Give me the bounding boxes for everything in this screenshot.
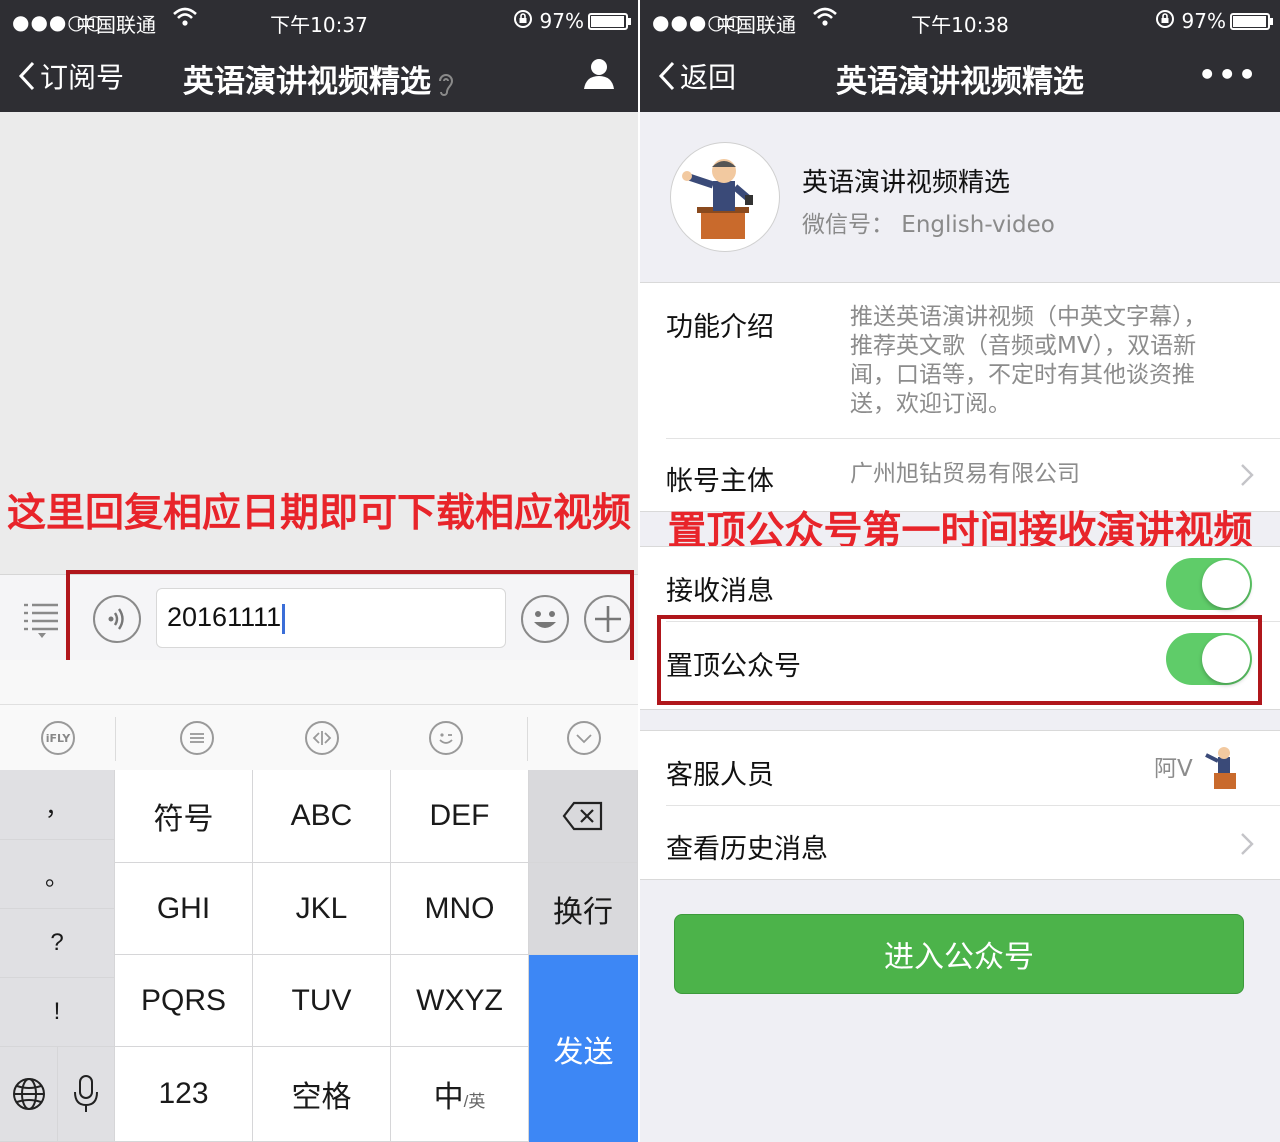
microphone-icon	[74, 1075, 98, 1112]
backspace-icon	[562, 801, 603, 831]
receive-messages-label: 接收消息	[666, 576, 774, 607]
battery-fill	[1233, 16, 1267, 27]
key-mno[interactable]: MNO	[391, 863, 529, 955]
spacer	[0, 660, 638, 704]
key-ghi[interactable]: GHI	[115, 863, 253, 955]
key-send[interactable]: 发送	[529, 955, 638, 1142]
more-dots-icon: •••	[1198, 58, 1258, 91]
intro-line: 送，欢迎订阅。	[850, 391, 1011, 417]
intro-text: 推送英语演讲视频（中英文字幕）， 推荐英文歌（音频或MV），双语新 闻，口语等，…	[850, 303, 1207, 419]
message-area: 这里回复相应日期即可下载相应视频	[0, 112, 638, 574]
row-divider	[666, 805, 1280, 806]
person-icon	[584, 59, 614, 89]
input-highlight-box	[66, 570, 634, 668]
key-numbers[interactable]: 123	[115, 1047, 253, 1142]
account-profile: 英语演讲视频精选 微信号： English-video	[640, 112, 1280, 282]
chevron-right-icon	[1241, 833, 1254, 855]
toolbar-divider	[115, 717, 116, 761]
service-avatar-icon	[1205, 747, 1236, 789]
key-exclaim[interactable]: !	[0, 978, 115, 1047]
key-wxyz[interactable]: WXYZ	[391, 955, 529, 1047]
service-value: 阿V	[1154, 756, 1193, 782]
row-divider	[666, 438, 1280, 439]
key-tuv[interactable]: TUV	[253, 955, 391, 1047]
rotation-lock-icon	[512, 8, 534, 35]
key-question[interactable]: ?	[0, 909, 115, 978]
key-space[interactable]: 空格	[253, 1047, 391, 1142]
key-comma[interactable]: ，	[0, 770, 115, 840]
profile-button[interactable]	[582, 56, 616, 94]
account-avatar[interactable]	[670, 142, 780, 252]
ear-icon	[439, 73, 454, 96]
intro-line: 推荐英文歌（音频或MV），双语新	[850, 333, 1197, 359]
key-microphone[interactable]	[58, 1047, 115, 1142]
status-bar: ●●●○○ 中国联通 下午10:37 97%	[0, 0, 638, 42]
top-bar: ●●●○○ 中国联通 下午10:38 97% 返回 英语演讲视频精选 •••	[640, 0, 1280, 112]
chevron-right-icon	[1241, 464, 1254, 486]
key-def[interactable]: DEF	[391, 770, 529, 863]
page-title: 英语演讲视频精选	[836, 64, 1084, 100]
intro-line: 闻，口语等，不定时有其他谈资推	[850, 362, 1195, 388]
ifly-icon[interactable]: iFLY	[41, 721, 75, 755]
annotation-reply-date: 这里回复相应日期即可下载相应视频	[6, 491, 631, 536]
chevron-down-icon[interactable]	[567, 721, 601, 755]
smile-wink-icon[interactable]	[429, 721, 463, 755]
owner-label: 帐号主体	[666, 466, 774, 497]
menu-toggle-icon[interactable]	[22, 601, 62, 643]
more-button[interactable]: •••	[1198, 58, 1258, 91]
nav-bar: 订阅号 英语演讲视频精选	[0, 42, 638, 112]
support-card: 客服人员 阿V 查看历史消息	[640, 730, 1280, 880]
history-label: 查看历史消息	[666, 834, 828, 865]
lang-sub-label: /英	[463, 1091, 486, 1111]
battery-fill	[591, 16, 625, 27]
ifly-label: iFLY	[45, 731, 71, 745]
battery-icon	[588, 13, 631, 30]
key-period[interactable]: 。	[0, 840, 115, 909]
service-label: 客服人员	[666, 760, 774, 791]
nav-bar: 返回 英语演讲视频精选 •••	[640, 42, 1280, 112]
top-bar: ●●●○○ 中国联通 下午10:37 97% 订阅号 英语演讲视频精选	[0, 0, 638, 112]
key-abc[interactable]: ABC	[253, 770, 391, 863]
chat-screen: ●●●○○ 中国联通 下午10:37 97% 订阅号 英语演讲视频精选 这里回复…	[0, 0, 638, 1142]
chat-title-text: 英语演讲视频精选	[183, 64, 431, 100]
account-name: 英语演讲视频精选	[802, 168, 1011, 198]
key-symbols[interactable]: 符号	[115, 770, 253, 863]
toolbar-divider	[527, 717, 528, 761]
speaker-cartoon-icon	[682, 159, 753, 239]
status-bar: ●●●○○ 中国联通 下午10:38 97%	[640, 0, 1280, 42]
keyboard-toolbar: iFLY	[0, 704, 638, 770]
rotation-lock-icon	[1154, 8, 1176, 35]
account-details-card: 功能介绍 推送英语演讲视频（中英文字幕）， 推荐英文歌（音频或MV），双语新 闻…	[640, 282, 1280, 512]
key-return[interactable]: 换行	[529, 863, 638, 955]
account-info-screen: ●●●○○ 中国联通 下午10:38 97% 返回 英语演讲视频精选 ••• 英…	[640, 0, 1280, 1142]
battery-percent: 97%	[1181, 9, 1226, 33]
toggle-knob	[1202, 560, 1250, 608]
battery-percent: 97%	[539, 9, 584, 33]
key-backspace[interactable]	[529, 770, 638, 863]
lang-main-label: 中	[433, 1081, 464, 1114]
pin-highlight-box	[657, 615, 1262, 705]
battery-icon	[1230, 13, 1273, 30]
t9-keyboard: ， 。 ? ! 符号 ABC DEF GHI JKL MNO 换行 PQRS T…	[0, 770, 638, 1142]
key-language[interactable]: 中/英	[391, 1047, 529, 1142]
chat-title: 英语演讲视频精选	[0, 56, 638, 101]
key-jkl[interactable]: JKL	[253, 863, 391, 955]
enter-account-button[interactable]: 进入公众号	[674, 914, 1244, 994]
owner-value: 广州旭钻贸易有限公司	[850, 461, 1080, 487]
key-pqrs[interactable]: PQRS	[115, 955, 253, 1047]
key-globe[interactable]	[0, 1047, 58, 1142]
chat-bubble-icon[interactable]	[180, 721, 214, 755]
intro-label: 功能介绍	[666, 312, 774, 343]
intro-line: 推送英语演讲视频（中英文字幕），	[850, 304, 1207, 330]
globe-icon	[12, 1078, 45, 1110]
wechat-id: 微信号： English-video	[802, 212, 1055, 238]
code-arrows-icon[interactable]	[305, 721, 339, 755]
receive-messages-toggle[interactable]	[1166, 558, 1252, 610]
